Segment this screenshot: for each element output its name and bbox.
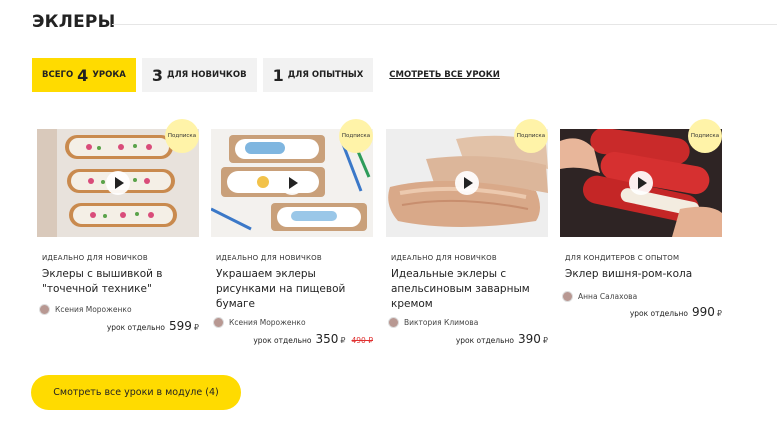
lesson-price: урок отдельно 350 ₽ 490 ₽ bbox=[253, 332, 373, 346]
lesson-author[interactable]: Ксения Мороженко bbox=[213, 317, 306, 328]
author-avatar bbox=[562, 291, 573, 302]
author-name: Анна Салахова bbox=[578, 292, 638, 301]
lesson-category: идеально для новичков bbox=[391, 254, 497, 262]
author-avatar bbox=[39, 304, 50, 315]
author-name: Ксения Мороженко bbox=[229, 318, 306, 327]
price-value: 350 bbox=[315, 332, 339, 346]
lesson-title[interactable]: Идеальные эклеры с апельсиновым заварным… bbox=[391, 267, 541, 312]
filter-all-count: 4 bbox=[77, 65, 89, 85]
play-icon[interactable] bbox=[280, 171, 304, 195]
play-icon[interactable] bbox=[629, 171, 653, 195]
price-value: 599 bbox=[169, 319, 192, 333]
lesson-card[interactable]: Подписка для кондитеров с опытом Эклер в… bbox=[560, 119, 722, 354]
price-value: 990 bbox=[692, 305, 715, 319]
old-price: 490 ₽ bbox=[351, 336, 373, 345]
subscription-badge: Подписка bbox=[688, 119, 722, 153]
filter-experienced-label: для опытных bbox=[287, 70, 364, 80]
see-all-lessons-link[interactable]: смотреть все уроки bbox=[389, 70, 500, 80]
lesson-author[interactable]: Анна Салахова bbox=[562, 291, 637, 302]
lesson-list: Подписка идеально для новичков Эклеры с … bbox=[37, 119, 737, 359]
lesson-category: идеально для новичков bbox=[42, 254, 148, 262]
filter-experienced[interactable]: 1 для опытных bbox=[262, 58, 374, 92]
lesson-card[interactable]: Подписка идеально для новичков Идеальные… bbox=[386, 119, 548, 354]
lesson-card[interactable]: Подписка идеально для новичков Эклеры с … bbox=[37, 119, 199, 354]
play-icon[interactable] bbox=[106, 171, 130, 195]
lesson-author[interactable]: Виктория Климова bbox=[388, 317, 478, 328]
filter-newbies-count: 3 bbox=[151, 65, 163, 85]
price-value: 390 bbox=[518, 332, 541, 346]
lesson-title[interactable]: Эклеры с вышивкой в "точечной технике" bbox=[42, 267, 192, 297]
see-all-module-lessons-button[interactable]: Смотреть все уроки в модуле (4) bbox=[31, 375, 241, 410]
lesson-price: урок отдельно 599 ₽ bbox=[107, 319, 199, 333]
currency-sign: ₽ bbox=[340, 336, 346, 345]
currency-sign: ₽ bbox=[542, 336, 548, 345]
filter-all-prefix: всего bbox=[42, 70, 74, 80]
currency-sign: ₽ bbox=[716, 309, 722, 318]
lesson-category: для кондитеров с опытом bbox=[565, 254, 680, 262]
lesson-author[interactable]: Ксения Мороженко bbox=[39, 304, 132, 315]
currency-sign: ₽ bbox=[193, 323, 199, 332]
lesson-price: урок отдельно 390 ₽ bbox=[456, 332, 548, 346]
author-name: Ксения Мороженко bbox=[55, 305, 132, 314]
filter-newbies-label: для новичков bbox=[167, 70, 247, 80]
price-label: урок отдельно bbox=[106, 323, 165, 332]
subscription-badge: Подписка bbox=[514, 119, 548, 153]
header-divider bbox=[112, 24, 777, 25]
filter-newbies[interactable]: 3 для новичков bbox=[141, 58, 257, 92]
price-label: урок отдельно bbox=[629, 309, 688, 318]
subscription-badge: Подписка bbox=[165, 119, 199, 153]
price-label: урок отдельно bbox=[455, 336, 514, 345]
section-header: ЭКЛЕРЫ bbox=[32, 12, 777, 36]
author-name: Виктория Климова bbox=[404, 318, 479, 327]
filter-bar: всего 4 урока 3 для новичков 1 для опытн… bbox=[32, 58, 500, 92]
lesson-title[interactable]: Эклер вишня-ром-кола bbox=[565, 267, 715, 282]
lesson-category: идеально для новичков bbox=[216, 254, 322, 262]
price-label: урок отдельно bbox=[253, 336, 312, 345]
play-icon[interactable] bbox=[455, 171, 479, 195]
lesson-title[interactable]: Украшаем эклеры рисунками на пищевой бум… bbox=[216, 267, 366, 312]
author-avatar bbox=[388, 317, 399, 328]
page-title: ЭКЛЕРЫ bbox=[32, 12, 116, 32]
subscription-badge: Подписка bbox=[339, 119, 373, 153]
lesson-price: урок отдельно 990 ₽ bbox=[630, 305, 722, 319]
filter-all[interactable]: всего 4 урока bbox=[32, 58, 136, 92]
filter-all-suffix: урока bbox=[92, 70, 126, 80]
filter-experienced-count: 1 bbox=[272, 65, 284, 85]
author-avatar bbox=[213, 317, 224, 328]
lesson-card[interactable]: Подписка идеально для новичков Украшаем … bbox=[211, 119, 373, 354]
